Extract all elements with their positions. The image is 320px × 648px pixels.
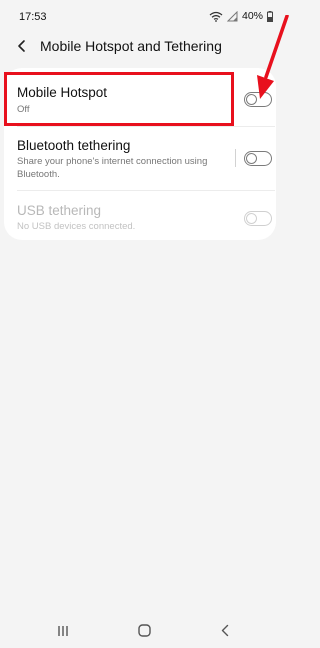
status-bar: 17:53 40%	[0, 0, 291, 32]
toggle-knob	[246, 93, 257, 105]
toggle-knob	[246, 212, 257, 224]
row-subtitle: No USB devices connected.	[17, 221, 136, 232]
usb-tethering-toggle	[244, 211, 272, 226]
nav-bar	[0, 612, 291, 648]
bluetooth-tethering-row[interactable]: Bluetooth tethering Share your phone's i…	[4, 127, 276, 190]
row-title: USB tethering	[17, 203, 102, 218]
battery-percent: 40%	[241, 10, 263, 22]
settings-card: Mobile Hotspot Off Bluetooth tethering S…	[4, 68, 276, 240]
toggle-knob	[246, 152, 257, 164]
status-time: 17:53	[19, 11, 47, 23]
home-icon[interactable]	[138, 624, 151, 642]
row-title: Mobile Hotspot	[17, 85, 108, 100]
page-header: Mobile Hotspot and Tethering	[0, 32, 291, 60]
status-icons: 40%	[209, 9, 273, 23]
recent-apps-icon[interactable]	[57, 624, 69, 642]
bluetooth-tethering-toggle[interactable]	[244, 151, 272, 166]
mobile-hotspot-toggle[interactable]	[244, 92, 272, 107]
battery-icon	[267, 10, 273, 22]
signal-icon	[226, 10, 238, 22]
row-subtitle: Off	[17, 104, 30, 115]
usb-tethering-row: USB tethering No USB devices connected.	[4, 191, 276, 240]
row-subtitle: Share your phone's internet connection u…	[17, 156, 208, 180]
back-arrow-icon[interactable]	[14, 38, 30, 54]
wifi-icon	[209, 11, 223, 22]
back-icon[interactable]	[220, 624, 230, 642]
vertical-separator	[235, 149, 236, 167]
mobile-hotspot-row[interactable]: Mobile Hotspot Off	[4, 68, 276, 128]
page-title: Mobile Hotspot and Tethering	[40, 38, 222, 54]
row-title: Bluetooth tethering	[17, 138, 131, 153]
